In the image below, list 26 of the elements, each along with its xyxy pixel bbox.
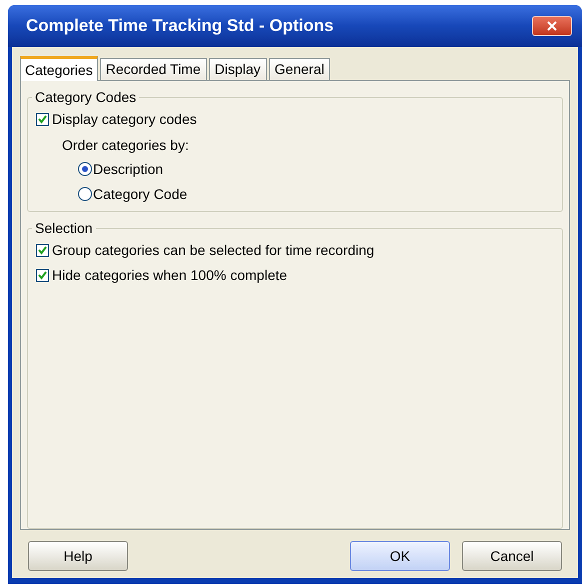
radio-label: Description bbox=[93, 160, 164, 179]
check-icon bbox=[38, 270, 47, 280]
check-icon bbox=[38, 246, 47, 254]
dialog-button[interactable]: Help bbox=[28, 541, 128, 571]
dialog-button[interactable]: Cancel bbox=[462, 541, 562, 571]
checkbox[interactable] bbox=[36, 112, 49, 126]
checkbox[interactable] bbox=[36, 268, 49, 282]
group-title: Category Codes bbox=[34, 88, 138, 107]
close-icon bbox=[547, 21, 557, 31]
field-label: Order categories by: bbox=[61, 136, 190, 153]
close-button[interactable] bbox=[532, 16, 572, 36]
radio-button[interactable] bbox=[78, 162, 92, 176]
tab[interactable]: Recorded Time bbox=[100, 58, 207, 80]
checkbox[interactable] bbox=[36, 244, 49, 256]
tab[interactable]: General bbox=[268, 58, 330, 80]
checkbox-label: Group categories can be selected for time recording bbox=[52, 240, 374, 260]
check-icon bbox=[38, 114, 47, 124]
window-title: Complete Time Tracking Std - Options bbox=[26, 15, 334, 38]
dialog-button[interactable]: OK bbox=[350, 541, 450, 571]
tab[interactable]: Display bbox=[208, 58, 267, 80]
radio-label: Category Code bbox=[93, 184, 188, 204]
group-title: Selection bbox=[34, 219, 94, 238]
checkbox-label: Display category codes bbox=[52, 110, 197, 129]
tab[interactable]: Categories bbox=[20, 56, 98, 81]
radio-button[interactable] bbox=[78, 187, 92, 201]
checkbox-label: Hide categories when 100% complete bbox=[52, 266, 288, 285]
